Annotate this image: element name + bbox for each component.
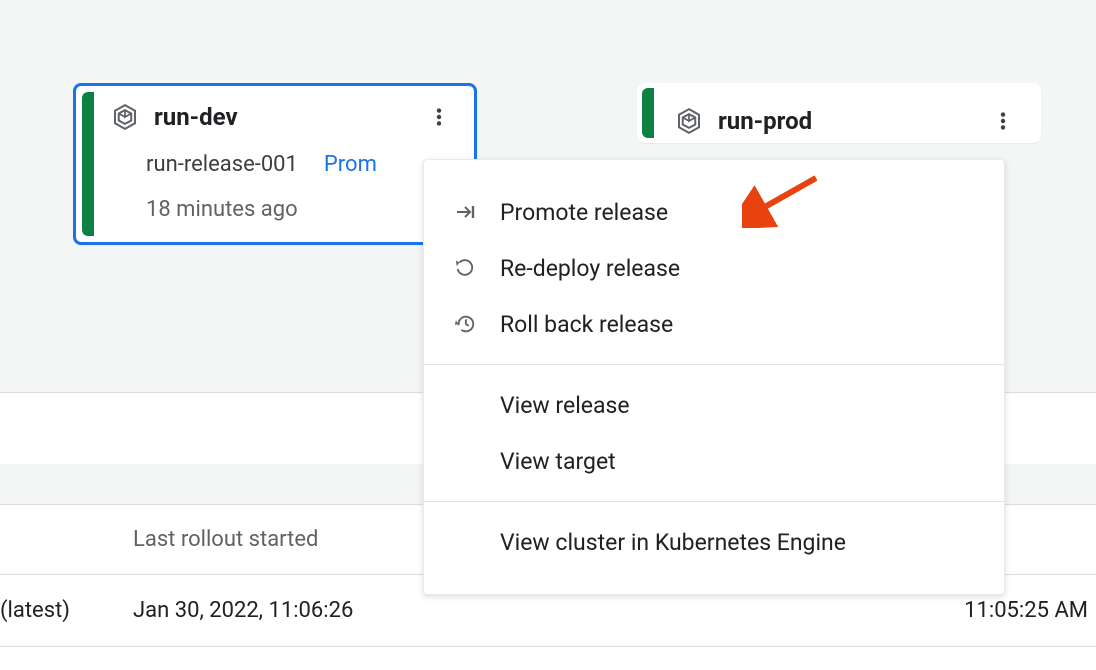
menu-item-view-release[interactable]: View release [424,377,1004,433]
redeploy-icon [454,257,476,279]
stage-card-run-dev[interactable]: run-dev run-release-001 Prom 18 minutes … [73,83,477,245]
menu-item-label: View release [500,392,630,419]
menu-item-label: Promote release [500,199,668,226]
release-name: run-release-001 [146,152,298,177]
status-bar-success [82,92,94,236]
table-row [0,646,1096,670]
more-vert-icon [992,110,1014,132]
rollback-icon [454,313,476,335]
stage-card-run-prod[interactable]: run-prod [637,83,1041,143]
age-text: 18 minutes ago [146,197,458,222]
menu-divider [424,501,1004,502]
status-bar-success [642,88,654,138]
menu-item-view-target[interactable]: View target [424,433,1004,489]
menu-divider [424,364,1004,365]
more-actions-button[interactable] [984,102,1022,140]
more-vert-icon [428,106,450,128]
menu-item-redeploy-release[interactable]: Re-deploy release [424,240,1004,296]
menu-item-promote-release[interactable]: Promote release [424,184,1004,240]
more-actions-button[interactable] [420,98,458,136]
menu-item-view-cluster[interactable]: View cluster in Kubernetes Engine [424,514,1004,570]
cell-latest-tag: (latest) [0,598,133,623]
menu-item-label: View target [500,448,616,475]
menu-item-label: Roll back release [500,311,673,338]
promote-icon [454,200,478,224]
cell-right-time: 11:05:25 AM [893,598,1096,623]
cube-icon [674,106,704,136]
menu-item-label: Re-deploy release [500,255,680,282]
menu-item-rollback-release[interactable]: Roll back release [424,296,1004,352]
stage-title: run-dev [154,103,420,131]
actions-menu: Promote release Re-deploy release Roll b… [423,159,1005,595]
promote-link[interactable]: Prom [324,152,377,177]
cube-icon [110,102,140,132]
stage-title: run-prod [718,107,984,135]
cell-started-time: Jan 30, 2022, 11:06:26 [133,598,893,623]
menu-item-label: View cluster in Kubernetes Engine [500,529,846,556]
